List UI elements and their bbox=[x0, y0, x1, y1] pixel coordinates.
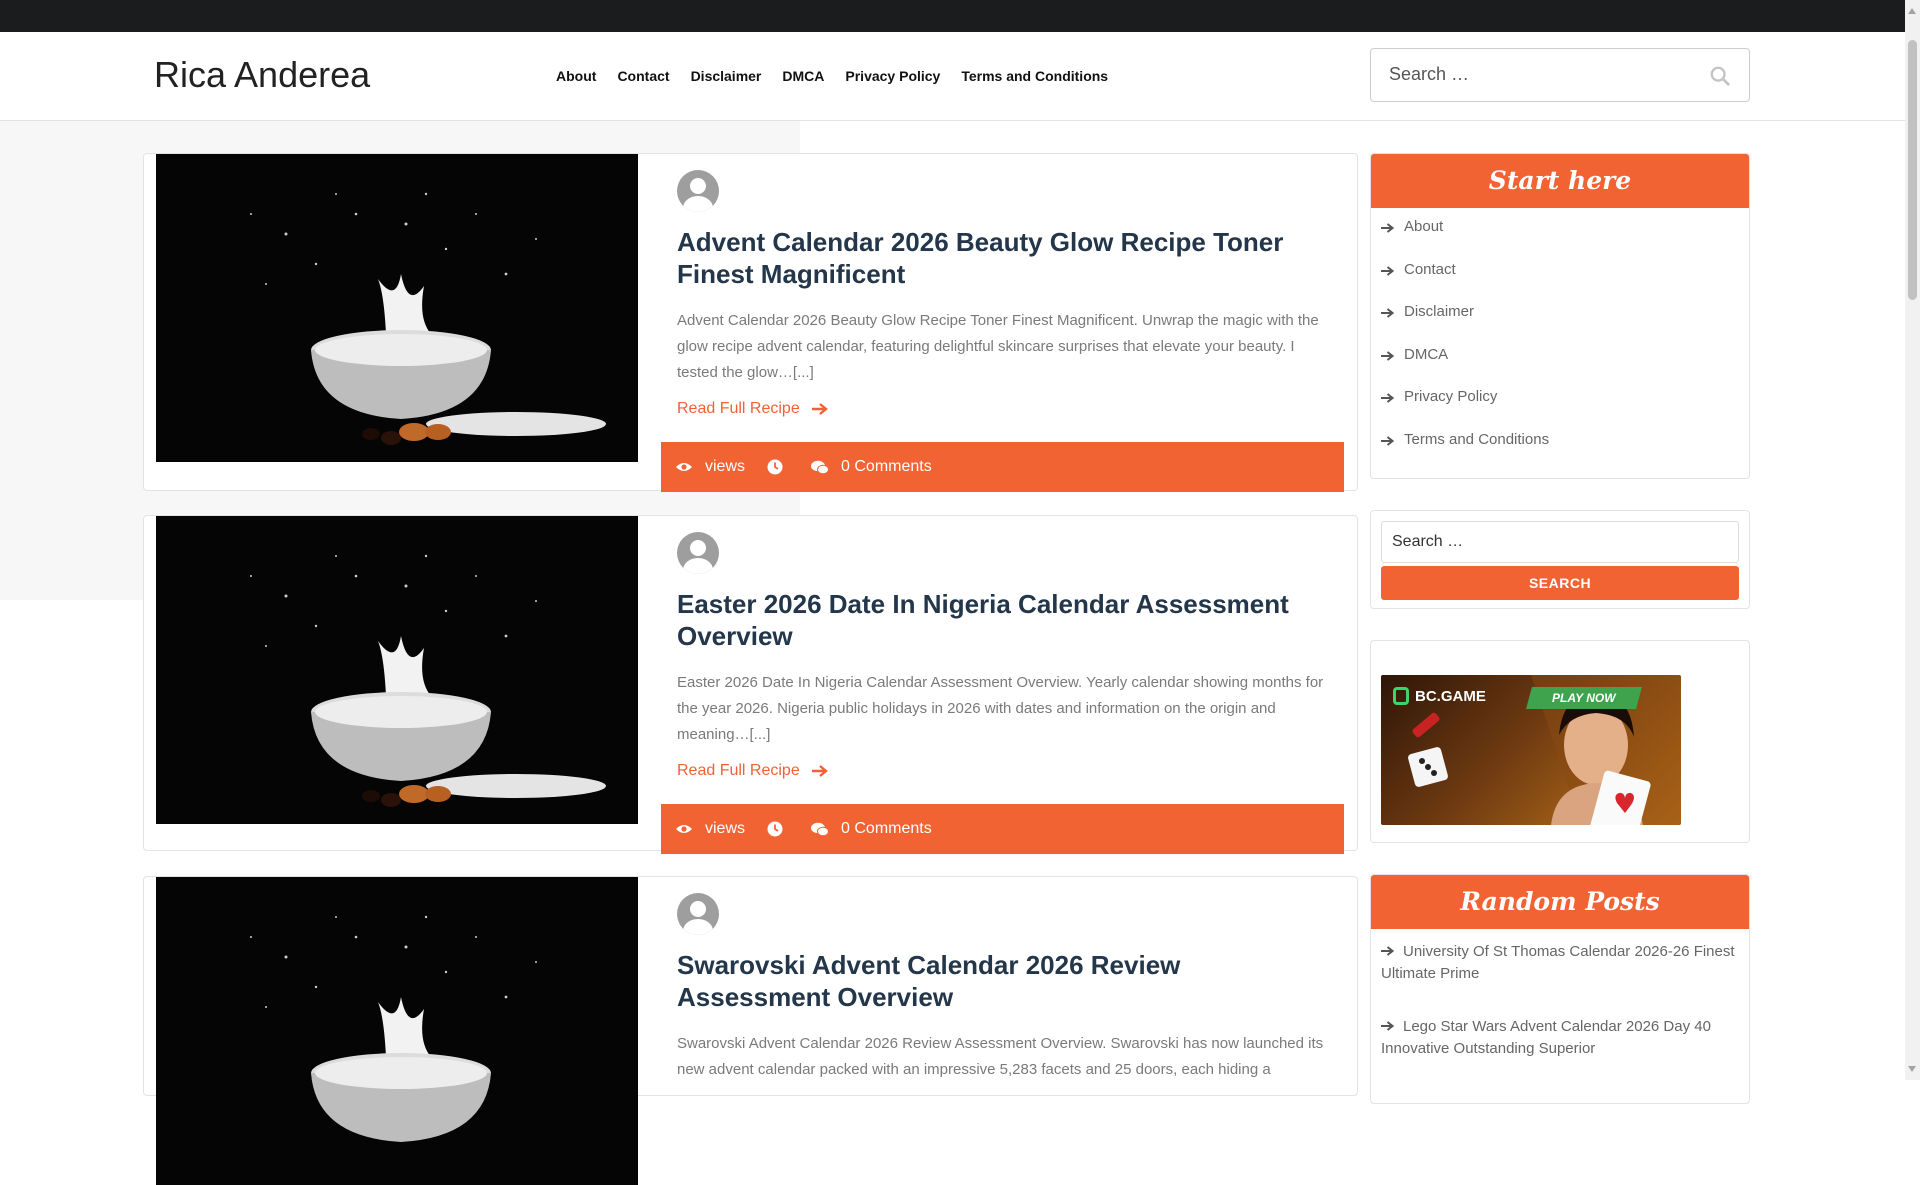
sidebar-item-privacy-policy[interactable]: Privacy Policy bbox=[1381, 388, 1739, 431]
arrow-right-icon bbox=[811, 403, 828, 415]
author-avatar[interactable] bbox=[677, 170, 719, 212]
bc-game-logo-icon bbox=[1393, 687, 1409, 705]
random-post-item[interactable]: University Of St Thomas Calendar 2026-26… bbox=[1381, 941, 1739, 985]
random-post-label: University Of St Thomas Calendar 2026-26… bbox=[1381, 943, 1735, 982]
post-card: Swarovski Advent Calendar 2026 Review As… bbox=[143, 876, 1358, 1185]
nav-contact[interactable]: Contact bbox=[617, 68, 669, 84]
arrow-right-icon bbox=[1381, 265, 1394, 276]
scroll-down-icon[interactable] bbox=[1908, 1066, 1916, 1072]
eye-icon bbox=[676, 825, 692, 833]
read-more-link[interactable]: Read Full Recipe bbox=[677, 400, 828, 418]
post-excerpt: Swarovski Advent Calendar 2026 Review As… bbox=[677, 1035, 1324, 1078]
arrow-right-icon bbox=[1381, 946, 1394, 956]
comments-count[interactable]: 0 Comments bbox=[841, 458, 932, 476]
post-title[interactable]: Easter 2026 Date In Nigeria Calendar Ass… bbox=[677, 588, 1337, 652]
scroll-up-icon[interactable] bbox=[1908, 8, 1916, 14]
sidebar-item-about[interactable]: About bbox=[1381, 218, 1739, 261]
nav-dmca[interactable]: DMCA bbox=[782, 68, 824, 84]
read-more-link[interactable]: Read Full Recipe bbox=[677, 762, 828, 780]
comments-icon bbox=[811, 460, 830, 474]
eye-icon bbox=[676, 463, 692, 471]
nav-about[interactable]: About bbox=[556, 68, 596, 84]
sidebar-search-input[interactable] bbox=[1381, 521, 1739, 563]
site-header: Rica Anderea About Contact Disclaimer DM… bbox=[0, 32, 1905, 121]
post-meta-bar: views 0 Comments bbox=[661, 442, 1344, 492]
bc-game-ad-banner[interactable]: BC.GAME PLAY NOW bbox=[1381, 675, 1681, 825]
sidebar-item-dmca[interactable]: DMCA bbox=[1381, 346, 1739, 389]
sidebar-item-label: About bbox=[1404, 218, 1444, 235]
header-search-input[interactable] bbox=[1387, 63, 1711, 86]
sidebar-search-button[interactable]: SEARCH bbox=[1381, 566, 1739, 600]
search-icon[interactable] bbox=[1709, 65, 1731, 87]
ad-cta: PLAY NOW bbox=[1552, 691, 1616, 705]
read-more-label: Read Full Recipe bbox=[677, 762, 800, 779]
ad-brand-logo: BC.GAME bbox=[1393, 687, 1486, 705]
views-label: views bbox=[705, 820, 746, 837]
sidebar-item-label: DMCA bbox=[1404, 345, 1449, 363]
author-avatar[interactable] bbox=[677, 532, 719, 574]
sidebar-item-label: Contact bbox=[1404, 260, 1456, 278]
sidebar-item-label: Privacy Policy bbox=[1404, 388, 1498, 405]
read-more-label: Read Full Recipe bbox=[677, 400, 800, 417]
post-thumbnail[interactable] bbox=[156, 516, 638, 824]
sidebar-item-disclaimer[interactable]: Disclaimer bbox=[1381, 303, 1739, 346]
comments-icon bbox=[811, 822, 830, 836]
header-search-box bbox=[1370, 48, 1750, 102]
post-excerpt: Advent Calendar 2026 Beauty Glow Recipe … bbox=[677, 312, 1319, 381]
top-bar bbox=[0, 0, 1905, 32]
scrollbar-thumb[interactable] bbox=[1908, 40, 1917, 300]
clock-icon bbox=[767, 821, 783, 837]
sidebar-item-contact[interactable]: Contact bbox=[1381, 261, 1739, 304]
site-title[interactable]: Rica Anderea bbox=[154, 54, 370, 96]
start-here-widget: Start here About Contact Disclaimer DMCA… bbox=[1370, 153, 1750, 479]
comments-count[interactable]: 0 Comments bbox=[841, 820, 932, 838]
random-post-item[interactable]: Lego Star Wars Advent Calendar 2026 Day … bbox=[1381, 1016, 1739, 1060]
page-scrollbar[interactable] bbox=[1905, 0, 1920, 1080]
milk-splash-image bbox=[156, 877, 638, 1185]
widget-title: Random Posts bbox=[1371, 875, 1749, 929]
nav-disclaimer[interactable]: Disclaimer bbox=[691, 68, 762, 84]
arrow-right-icon bbox=[1381, 393, 1394, 403]
play-now-badge: PLAY NOW bbox=[1526, 687, 1642, 709]
sidebar-search-widget: SEARCH bbox=[1370, 510, 1750, 609]
post-thumbnail[interactable] bbox=[156, 154, 638, 462]
milk-splash-image bbox=[156, 154, 638, 462]
views-label: views bbox=[705, 458, 746, 475]
arrow-right-icon bbox=[1381, 1021, 1394, 1031]
milk-splash-image bbox=[156, 516, 638, 824]
widget-title: Start here bbox=[1371, 154, 1749, 208]
post-card: Advent Calendar 2026 Beauty Glow Recipe … bbox=[143, 153, 1358, 492]
nav-terms[interactable]: Terms and Conditions bbox=[961, 68, 1108, 84]
ad-brand: BC.GAME bbox=[1415, 687, 1486, 705]
post-card: Easter 2026 Date In Nigeria Calendar Ass… bbox=[143, 515, 1358, 854]
arrow-right-icon bbox=[1381, 308, 1394, 318]
random-post-label: Lego Star Wars Advent Calendar 2026 Day … bbox=[1381, 1018, 1711, 1057]
nav-privacy-policy[interactable]: Privacy Policy bbox=[845, 68, 940, 84]
author-avatar[interactable] bbox=[677, 893, 719, 935]
random-posts-widget: Random Posts University Of St Thomas Cal… bbox=[1370, 874, 1750, 1104]
post-title[interactable]: Swarovski Advent Calendar 2026 Review As… bbox=[677, 949, 1337, 1013]
post-thumbnail[interactable] bbox=[156, 877, 638, 1185]
sidebar-item-label: Disclaimer bbox=[1404, 303, 1475, 320]
post-meta-bar: views 0 Comments bbox=[661, 804, 1344, 854]
post-title[interactable]: Advent Calendar 2026 Beauty Glow Recipe … bbox=[677, 226, 1337, 290]
main-nav: About Contact Disclaimer DMCA Privacy Po… bbox=[556, 68, 1129, 84]
clock-icon bbox=[767, 459, 783, 475]
ad-widget: BC.GAME PLAY NOW bbox=[1370, 640, 1750, 843]
arrow-right-icon bbox=[1381, 435, 1394, 446]
arrow-right-icon bbox=[1381, 350, 1394, 361]
arrow-right-icon bbox=[811, 765, 828, 777]
arrow-right-icon bbox=[1381, 223, 1394, 233]
sidebar-item-terms[interactable]: Terms and Conditions bbox=[1381, 431, 1739, 474]
sidebar-item-label: Terms and Conditions bbox=[1404, 430, 1550, 448]
post-excerpt: Easter 2026 Date In Nigeria Calendar Ass… bbox=[677, 674, 1324, 743]
